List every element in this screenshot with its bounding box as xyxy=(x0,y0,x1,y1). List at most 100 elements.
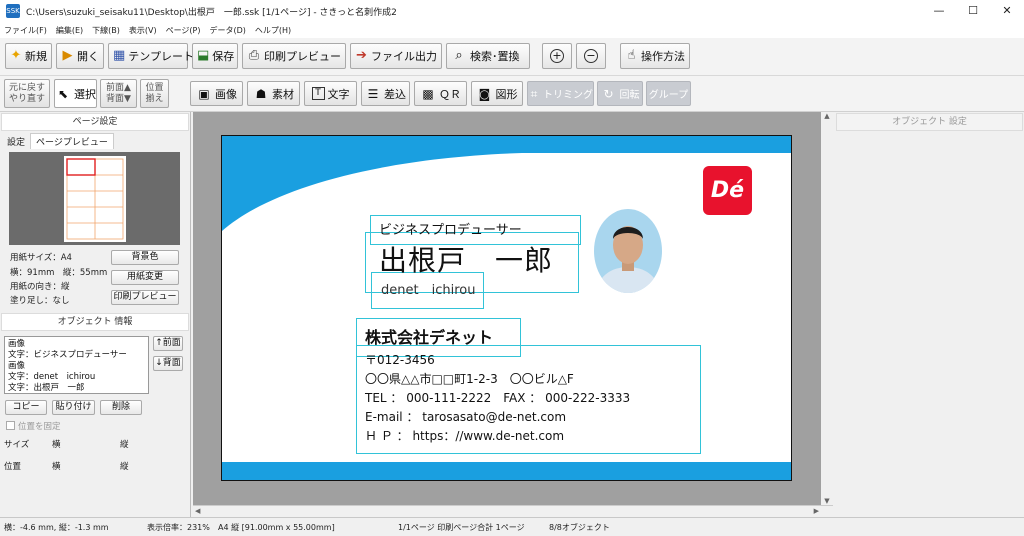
scroll-left-icon[interactable]: ◀ xyxy=(195,507,200,515)
name-romaji-text[interactable]: denet ichirou xyxy=(381,279,475,298)
menu-view[interactable]: 表示(V) xyxy=(129,25,157,36)
right-panel: オブジェクト 設定 xyxy=(835,112,1024,517)
menu-bar: ファイル(F) 編集(E) 下線(B) 表示(V) ページ(P) データ(D) … xyxy=(0,22,1024,38)
size-label: サイズ xyxy=(4,440,30,450)
company-logo[interactable]: Dé xyxy=(703,166,752,215)
close-button[interactable]: ✕ xyxy=(990,0,1024,22)
save-button[interactable]: ⬓ 保存 xyxy=(192,43,238,69)
position-vertical-label: 縦 xyxy=(120,462,129,472)
name-text[interactable]: 出根戸 一郎 xyxy=(379,239,553,279)
align-button[interactable]: 位置 揃え xyxy=(140,79,169,108)
open-folder-icon: ▶ xyxy=(62,48,73,63)
print-preview-button[interactable]: ⎙ 印刷プレビュー xyxy=(242,43,346,69)
page-count-status: 1/1ページ 印刷ページ合計 1ページ xyxy=(398,523,525,532)
search-replace-button[interactable]: ⌕ 検索･置換 xyxy=(446,43,530,69)
menu-edit[interactable]: 編集(E) xyxy=(56,25,83,36)
delete-button[interactable]: 削除 xyxy=(100,400,142,415)
material-icon: ☗ xyxy=(255,86,267,101)
tab-settings[interactable]: 設定 xyxy=(2,134,30,149)
maximize-button[interactable]: ☐ xyxy=(956,0,990,22)
menu-file[interactable]: ファイル(F) xyxy=(4,25,47,36)
group-button[interactable]: グループ xyxy=(646,81,691,106)
open-button[interactable]: ▶ 開く xyxy=(56,43,104,69)
material-button[interactable]: ☗ 素材 xyxy=(247,81,300,106)
lock-position-checkbox[interactable] xyxy=(6,421,15,430)
tab-page-preview[interactable]: ページプレビュー xyxy=(30,133,114,149)
save-icon: ⬓ xyxy=(197,48,210,63)
file-output-button[interactable]: ➔ ファイル出力 xyxy=(350,43,442,69)
list-item[interactable]: 文字：ビジネスプロデューサー xyxy=(8,350,145,361)
zoom-in-icon: + xyxy=(550,49,564,63)
position-label: 位置 xyxy=(4,462,22,472)
background-color-button[interactable]: 背景色 xyxy=(111,250,179,265)
object-count-status: 8/8オブジェクト xyxy=(549,523,610,532)
to-back-button[interactable]: ↓背面 xyxy=(153,356,183,371)
text-button[interactable]: T 文字 xyxy=(304,81,357,106)
list-item[interactable]: 画像 xyxy=(8,361,145,372)
front-button[interactable]: 前面▲ xyxy=(106,83,131,94)
copy-button[interactable]: コピー xyxy=(5,400,47,415)
select-button[interactable]: ⬉ 選択 xyxy=(54,79,97,108)
to-front-button[interactable]: ↑前面 xyxy=(153,336,183,351)
zoom-out-button[interactable]: − xyxy=(576,43,606,69)
preview-paper xyxy=(64,156,126,242)
postal-code-text: 〒012-3456 xyxy=(365,353,435,367)
paper-dimensions-info: 横：91mm 縦：55mm xyxy=(10,268,108,278)
page-preview xyxy=(9,152,180,245)
menu-underline[interactable]: 下線(B) xyxy=(92,25,120,36)
business-card[interactable]: Dé ビジネスプロデューサー 出根戸 一郎 denet ichirou 株式会社… xyxy=(221,135,792,481)
menu-data[interactable]: データ(D) xyxy=(210,25,246,36)
scroll-down-icon[interactable]: ▼ xyxy=(821,497,833,505)
new-file-icon: ✦ xyxy=(10,48,22,63)
undo-button[interactable]: 元に戻す xyxy=(9,83,45,94)
profile-photo[interactable] xyxy=(594,209,662,293)
address-text: 〇〇県△△市□□町1-2-3 〇〇ビル△F xyxy=(365,372,574,386)
phone-fax-text: TEL ： 000-111-2222 FAX ： 000-222-3333 xyxy=(365,391,631,405)
help-button[interactable]: ☝ 操作方法 xyxy=(620,43,690,69)
change-paper-button[interactable]: 用紙変更 xyxy=(111,270,179,285)
rotate-button[interactable]: ↻ 回転 xyxy=(597,81,643,106)
object-settings-header: オブジェクト 設定 xyxy=(836,113,1023,131)
list-item[interactable]: 文字：出根戸 一郎 xyxy=(8,383,145,393)
merge-button[interactable]: ☰ 差込 xyxy=(361,81,410,106)
size-horizontal-label: 横 xyxy=(52,440,61,450)
list-item[interactable]: 画像 xyxy=(8,339,145,350)
print-preview-side-button[interactable]: 印刷プレビュー xyxy=(111,290,179,305)
job-title-text[interactable]: ビジネスプロデューサー xyxy=(379,219,522,238)
qr-code-icon: ▩ xyxy=(422,86,434,101)
vertical-scrollbar[interactable]: ▲ ▼ xyxy=(821,112,833,505)
merge-icon: ☰ xyxy=(367,86,379,101)
position-horizontal-label: 横 xyxy=(52,462,61,472)
new-button[interactable]: ✦ 新規 xyxy=(5,43,52,69)
back-button[interactable]: 背面▼ xyxy=(106,94,131,105)
export-icon: ➔ xyxy=(356,48,367,63)
paste-button[interactable]: 貼り付け xyxy=(52,400,95,415)
left-panel: ページ設定 設定 ページプレビュー 用紙サイズ：A4 横：91mm 縦：55mm… xyxy=(0,112,191,517)
minimize-button[interactable]: — xyxy=(922,0,956,22)
object-info-header: オブジェクト 情報 xyxy=(1,313,189,331)
menu-page[interactable]: ページ(P) xyxy=(166,25,201,36)
main-toolbar: ✦ 新規 ▶ 開く ▦ テンプレート ⬓ 保存 ⎙ 印刷プレビュー ➔ ファイル出力 ⌕ 検索… xyxy=(0,38,1024,76)
scroll-up-icon[interactable]: ▲ xyxy=(821,112,833,120)
list-item[interactable]: 文字：denet ichirou xyxy=(8,372,145,383)
cursor-coordinates: 横：-4.6 mm, 縦：-1.3 mm xyxy=(4,523,109,532)
company-name-text[interactable]: 株式会社デネット xyxy=(365,324,493,348)
shape-button[interactable]: ◙ 図形 xyxy=(471,81,523,106)
template-button[interactable]: ▦ テンプレート xyxy=(108,43,194,69)
redo-button[interactable]: やり直す xyxy=(9,94,45,105)
person-avatar-icon xyxy=(598,226,658,293)
paper-size-info: 用紙サイズ：A4 xyxy=(10,253,72,263)
contact-block[interactable]: 〒012-3456 〇〇県△△市□□町1-2-3 〇〇ビル△F TEL ： 00… xyxy=(365,351,630,446)
menu-help[interactable]: ヘルプ(H) xyxy=(255,25,291,36)
app-icon: SSK xyxy=(6,4,20,18)
horizontal-scrollbar[interactable]: ◀ ▶ xyxy=(193,505,833,517)
window-title: C:\Users\suzuki_seisaku11\Desktop\出根戸 一郎… xyxy=(26,7,397,18)
image-button[interactable]: ▣ 画像 xyxy=(190,81,243,106)
zoom-in-button[interactable]: + xyxy=(542,43,572,69)
trimming-button[interactable]: ⌗ トリミング xyxy=(527,81,594,106)
template-icon: ▦ xyxy=(113,48,126,63)
object-list[interactable]: 画像 文字：ビジネスプロデューサー 画像 文字：denet ichirou 文字… xyxy=(4,336,149,394)
qr-button[interactable]: ▩ ＱＲ xyxy=(414,81,467,106)
scroll-right-icon[interactable]: ▶ xyxy=(814,507,819,515)
front-back-group: 前面▲ 背面▼ xyxy=(100,79,137,108)
